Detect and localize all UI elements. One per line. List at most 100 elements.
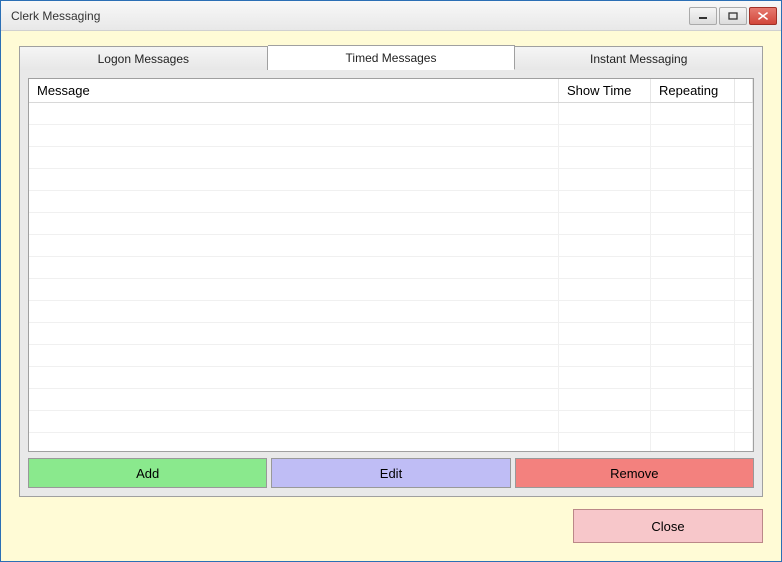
cell-repeating xyxy=(651,389,735,410)
cell-message xyxy=(29,147,559,168)
table-row[interactable] xyxy=(29,389,753,411)
cell-show-time xyxy=(559,345,651,366)
cell-show-time xyxy=(559,323,651,344)
window-controls xyxy=(689,7,777,25)
table-row[interactable] xyxy=(29,125,753,147)
cell-message xyxy=(29,279,559,300)
cell-repeating xyxy=(651,433,735,451)
column-header-message[interactable]: Message xyxy=(29,79,559,102)
messages-grid[interactable]: Message Show Time Repeating xyxy=(28,78,754,452)
cell-message xyxy=(29,169,559,190)
cell-spacer xyxy=(735,147,753,168)
cell-show-time xyxy=(559,433,651,451)
close-button[interactable]: Close xyxy=(573,509,763,543)
cell-repeating xyxy=(651,235,735,256)
table-row[interactable] xyxy=(29,323,753,345)
cell-spacer xyxy=(735,213,753,234)
cell-message xyxy=(29,125,559,146)
cell-repeating xyxy=(651,257,735,278)
tab-timed-messages[interactable]: Timed Messages xyxy=(268,45,516,70)
cell-spacer xyxy=(735,103,753,124)
tab-logon-messages[interactable]: Logon Messages xyxy=(19,46,268,70)
cell-repeating xyxy=(651,125,735,146)
cell-repeating xyxy=(651,367,735,388)
table-row[interactable] xyxy=(29,147,753,169)
minimize-icon xyxy=(698,12,708,20)
cell-message xyxy=(29,345,559,366)
grid-header: Message Show Time Repeating xyxy=(29,79,753,103)
table-row[interactable] xyxy=(29,367,753,389)
cell-message xyxy=(29,323,559,344)
cell-show-time xyxy=(559,103,651,124)
titlebar[interactable]: Clerk Messaging xyxy=(1,1,781,31)
tabstrip: Logon Messages Timed Messages Instant Me… xyxy=(19,45,763,69)
cell-spacer xyxy=(735,125,753,146)
maximize-button[interactable] xyxy=(719,7,747,25)
cell-show-time xyxy=(559,301,651,322)
cell-message xyxy=(29,235,559,256)
close-window-button[interactable] xyxy=(749,7,777,25)
minimize-button[interactable] xyxy=(689,7,717,25)
cell-show-time xyxy=(559,389,651,410)
cell-message xyxy=(29,257,559,278)
cell-spacer xyxy=(735,301,753,322)
tab-panel: Message Show Time Repeating Add Edit Rem… xyxy=(19,69,763,497)
table-row[interactable] xyxy=(29,301,753,323)
table-row[interactable] xyxy=(29,235,753,257)
cell-message xyxy=(29,389,559,410)
table-row[interactable] xyxy=(29,213,753,235)
cell-spacer xyxy=(735,389,753,410)
cell-repeating xyxy=(651,191,735,212)
edit-button[interactable]: Edit xyxy=(271,458,510,488)
cell-spacer xyxy=(735,191,753,212)
column-header-show-time[interactable]: Show Time xyxy=(559,79,651,102)
cell-repeating xyxy=(651,147,735,168)
cell-repeating xyxy=(651,323,735,344)
cell-spacer xyxy=(735,367,753,388)
cell-spacer xyxy=(735,279,753,300)
cell-message xyxy=(29,433,559,451)
cell-spacer xyxy=(735,169,753,190)
cell-repeating xyxy=(651,301,735,322)
table-row[interactable] xyxy=(29,257,753,279)
remove-button[interactable]: Remove xyxy=(515,458,754,488)
grid-body[interactable] xyxy=(29,103,753,451)
cell-show-time xyxy=(559,213,651,234)
cell-repeating xyxy=(651,279,735,300)
cell-show-time xyxy=(559,367,651,388)
table-row[interactable] xyxy=(29,103,753,125)
column-header-spacer xyxy=(735,79,753,102)
add-button[interactable]: Add xyxy=(28,458,267,488)
cell-repeating xyxy=(651,103,735,124)
table-row[interactable] xyxy=(29,411,753,433)
cell-spacer xyxy=(735,323,753,344)
table-row[interactable] xyxy=(29,279,753,301)
cell-show-time xyxy=(559,169,651,190)
column-header-repeating[interactable]: Repeating xyxy=(651,79,735,102)
cell-repeating xyxy=(651,345,735,366)
table-row[interactable] xyxy=(29,169,753,191)
cell-message xyxy=(29,301,559,322)
cell-show-time xyxy=(559,191,651,212)
cell-message xyxy=(29,367,559,388)
cell-message xyxy=(29,213,559,234)
action-button-row: Add Edit Remove xyxy=(28,458,754,488)
table-row[interactable] xyxy=(29,433,753,451)
cell-spacer xyxy=(735,345,753,366)
tab-instant-messaging[interactable]: Instant Messaging xyxy=(515,46,763,70)
cell-repeating xyxy=(651,411,735,432)
cell-repeating xyxy=(651,213,735,234)
close-icon xyxy=(758,12,768,20)
cell-spacer xyxy=(735,411,753,432)
table-row[interactable] xyxy=(29,345,753,367)
cell-repeating xyxy=(651,169,735,190)
cell-show-time xyxy=(559,257,651,278)
cell-message xyxy=(29,191,559,212)
client-area: Logon Messages Timed Messages Instant Me… xyxy=(1,31,781,561)
cell-show-time xyxy=(559,125,651,146)
footer-row: Close xyxy=(19,503,763,549)
cell-show-time xyxy=(559,147,651,168)
cell-spacer xyxy=(735,257,753,278)
maximize-icon xyxy=(728,12,738,20)
table-row[interactable] xyxy=(29,191,753,213)
